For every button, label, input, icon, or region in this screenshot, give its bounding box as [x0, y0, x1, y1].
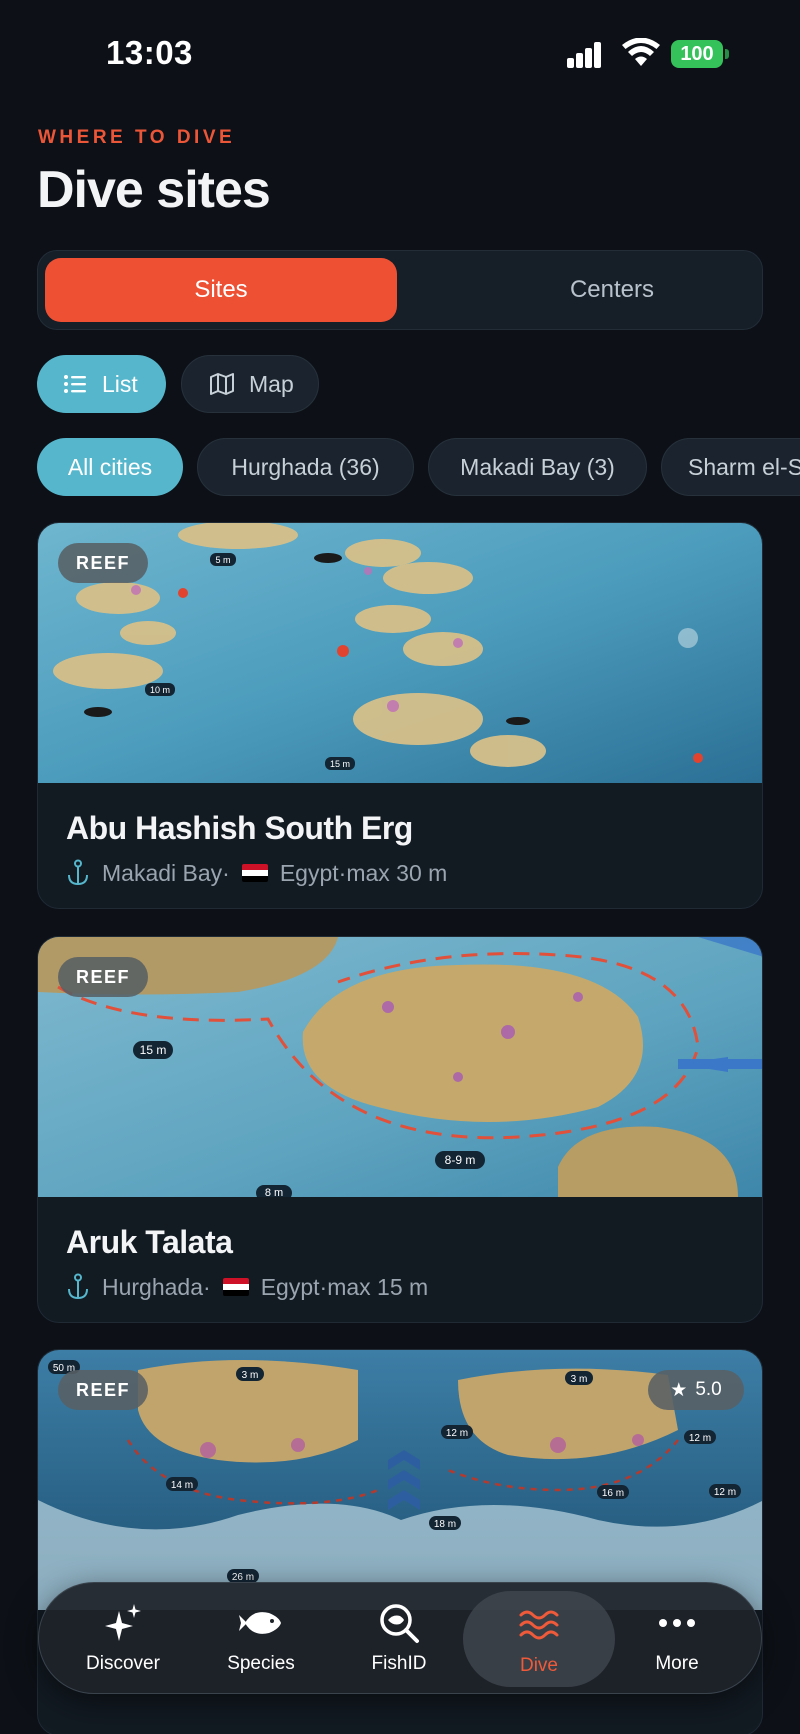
tab-dive[interactable]: Dive: [463, 1591, 615, 1687]
map-view-button[interactable]: Map: [181, 355, 319, 413]
anchor-icon: [68, 1273, 88, 1300]
depth-label: 18 m: [434, 1519, 456, 1530]
chip-all-cities[interactable]: All cities: [37, 438, 183, 496]
tab-fishid[interactable]: FishID: [329, 1583, 469, 1695]
tab-discover[interactable]: Discover: [53, 1583, 193, 1695]
tab-more-label: More: [655, 1653, 699, 1674]
depth-label: 12 m: [714, 1487, 736, 1498]
city-filter-chips: All cities Hurghada (36) Makadi Bay (3) …: [37, 438, 800, 498]
segment-sites[interactable]: Sites: [45, 258, 397, 322]
map-icon: [210, 373, 234, 395]
meta-separator: ·: [222, 859, 230, 886]
egypt-flag-icon: [222, 1278, 249, 1296]
wifi-icon: [622, 38, 660, 66]
page-eyebrow: WHERE TO DIVE: [38, 127, 236, 148]
depth-label: 3 m: [571, 1374, 588, 1385]
site-max-depth: max 15 m: [327, 1273, 429, 1300]
map-view-label: Map: [249, 370, 294, 397]
sparkles-icon: [105, 1604, 141, 1641]
depth-label: 15 m: [140, 1043, 167, 1057]
site-city: Hurghada: [102, 1273, 204, 1300]
rating-badge: ★ 5.0: [648, 1370, 744, 1410]
site-city: Makadi Bay: [102, 859, 223, 886]
dive-site-image: 5 m 10 m 15 m REEF: [38, 523, 762, 783]
depth-label: 12 m: [689, 1433, 711, 1444]
site-type-badge: REEF: [58, 1370, 148, 1410]
status-bar: 13:03 100: [0, 0, 800, 100]
battery-icon: 100: [671, 40, 729, 68]
segment-centers[interactable]: Centers: [436, 258, 788, 322]
site-name: Abu Hashish South Erg: [66, 810, 413, 846]
battery-level: 100: [671, 40, 723, 68]
tab-species[interactable]: Species: [191, 1583, 331, 1695]
site-country: Egypt: [279, 859, 339, 886]
signal-icon: [567, 42, 609, 68]
anchor-icon: [68, 859, 88, 886]
depth-label: 14 m: [171, 1480, 193, 1491]
status-time: 13:03: [106, 34, 193, 71]
dive-site-card[interactable]: 5 m 10 m 15 m REEF Abu Hashish South Erg…: [37, 522, 763, 909]
depth-label: 8 m: [265, 1187, 283, 1197]
star-icon: ★: [670, 1379, 688, 1401]
fish-icon: [239, 1612, 281, 1634]
chip-hurghada[interactable]: Hurghada (36): [197, 438, 414, 496]
tab-species-label: Species: [227, 1653, 295, 1674]
bottom-tab-bar: Discover Species FishID Dive More: [38, 1582, 762, 1694]
magnify-fish-icon: [380, 1604, 419, 1643]
depth-label: 10 m: [150, 685, 170, 695]
tab-more[interactable]: More: [607, 1583, 747, 1695]
depth-label: 3 m: [242, 1370, 259, 1381]
list-view-button[interactable]: List: [37, 355, 166, 413]
dive-site-image: 15 m 8-9 m 8 m REEF: [38, 937, 762, 1197]
list-view-label: List: [102, 370, 138, 397]
site-meta: Makadi Bay · Egypt · max 30 m: [66, 859, 447, 887]
dive-site-card[interactable]: 15 m 8-9 m 8 m REEF Aruk Talata Hurghada…: [37, 936, 763, 1323]
waves-icon: [519, 1610, 559, 1640]
dive-site-image: 50 m 3 m 3 m 12 m 12 m 14 m 18 m 16 m 12…: [38, 1350, 762, 1610]
meta-separator: ·: [203, 1273, 211, 1300]
meta-separator: ·: [338, 859, 347, 886]
list-icon: [64, 375, 86, 393]
depth-label: 12 m: [446, 1428, 468, 1439]
site-name: Aruk Talata: [66, 1224, 233, 1260]
chip-sharm-el-sheikh[interactable]: Sharm el-S: [661, 438, 800, 496]
site-type-badge: REEF: [58, 957, 148, 997]
depth-label: 5 m: [215, 555, 230, 565]
tab-discover-label: Discover: [86, 1653, 160, 1674]
meta-separator: ·: [319, 1273, 328, 1300]
depth-label: 8-9 m: [445, 1153, 476, 1167]
site-country: Egypt: [260, 1273, 320, 1300]
tab-dive-label: Dive: [519, 1655, 558, 1676]
depth-label: 15 m: [330, 759, 350, 769]
site-type-badge: REEF: [58, 543, 148, 583]
sites-centers-segmented-control: Sites Centers: [37, 250, 763, 330]
rating-value: 5.0: [695, 1379, 722, 1400]
depth-label: 16 m: [602, 1488, 624, 1499]
chip-makadi-bay[interactable]: Makadi Bay (3): [428, 438, 647, 496]
page-title: Dive sites: [37, 161, 271, 219]
site-max-depth: max 30 m: [346, 859, 448, 886]
tab-fishid-label: FishID: [371, 1653, 427, 1674]
more-dots-icon: [659, 1619, 695, 1627]
egypt-flag-icon: [241, 864, 268, 882]
site-meta: Hurghada · Egypt · max 15 m: [66, 1273, 428, 1301]
